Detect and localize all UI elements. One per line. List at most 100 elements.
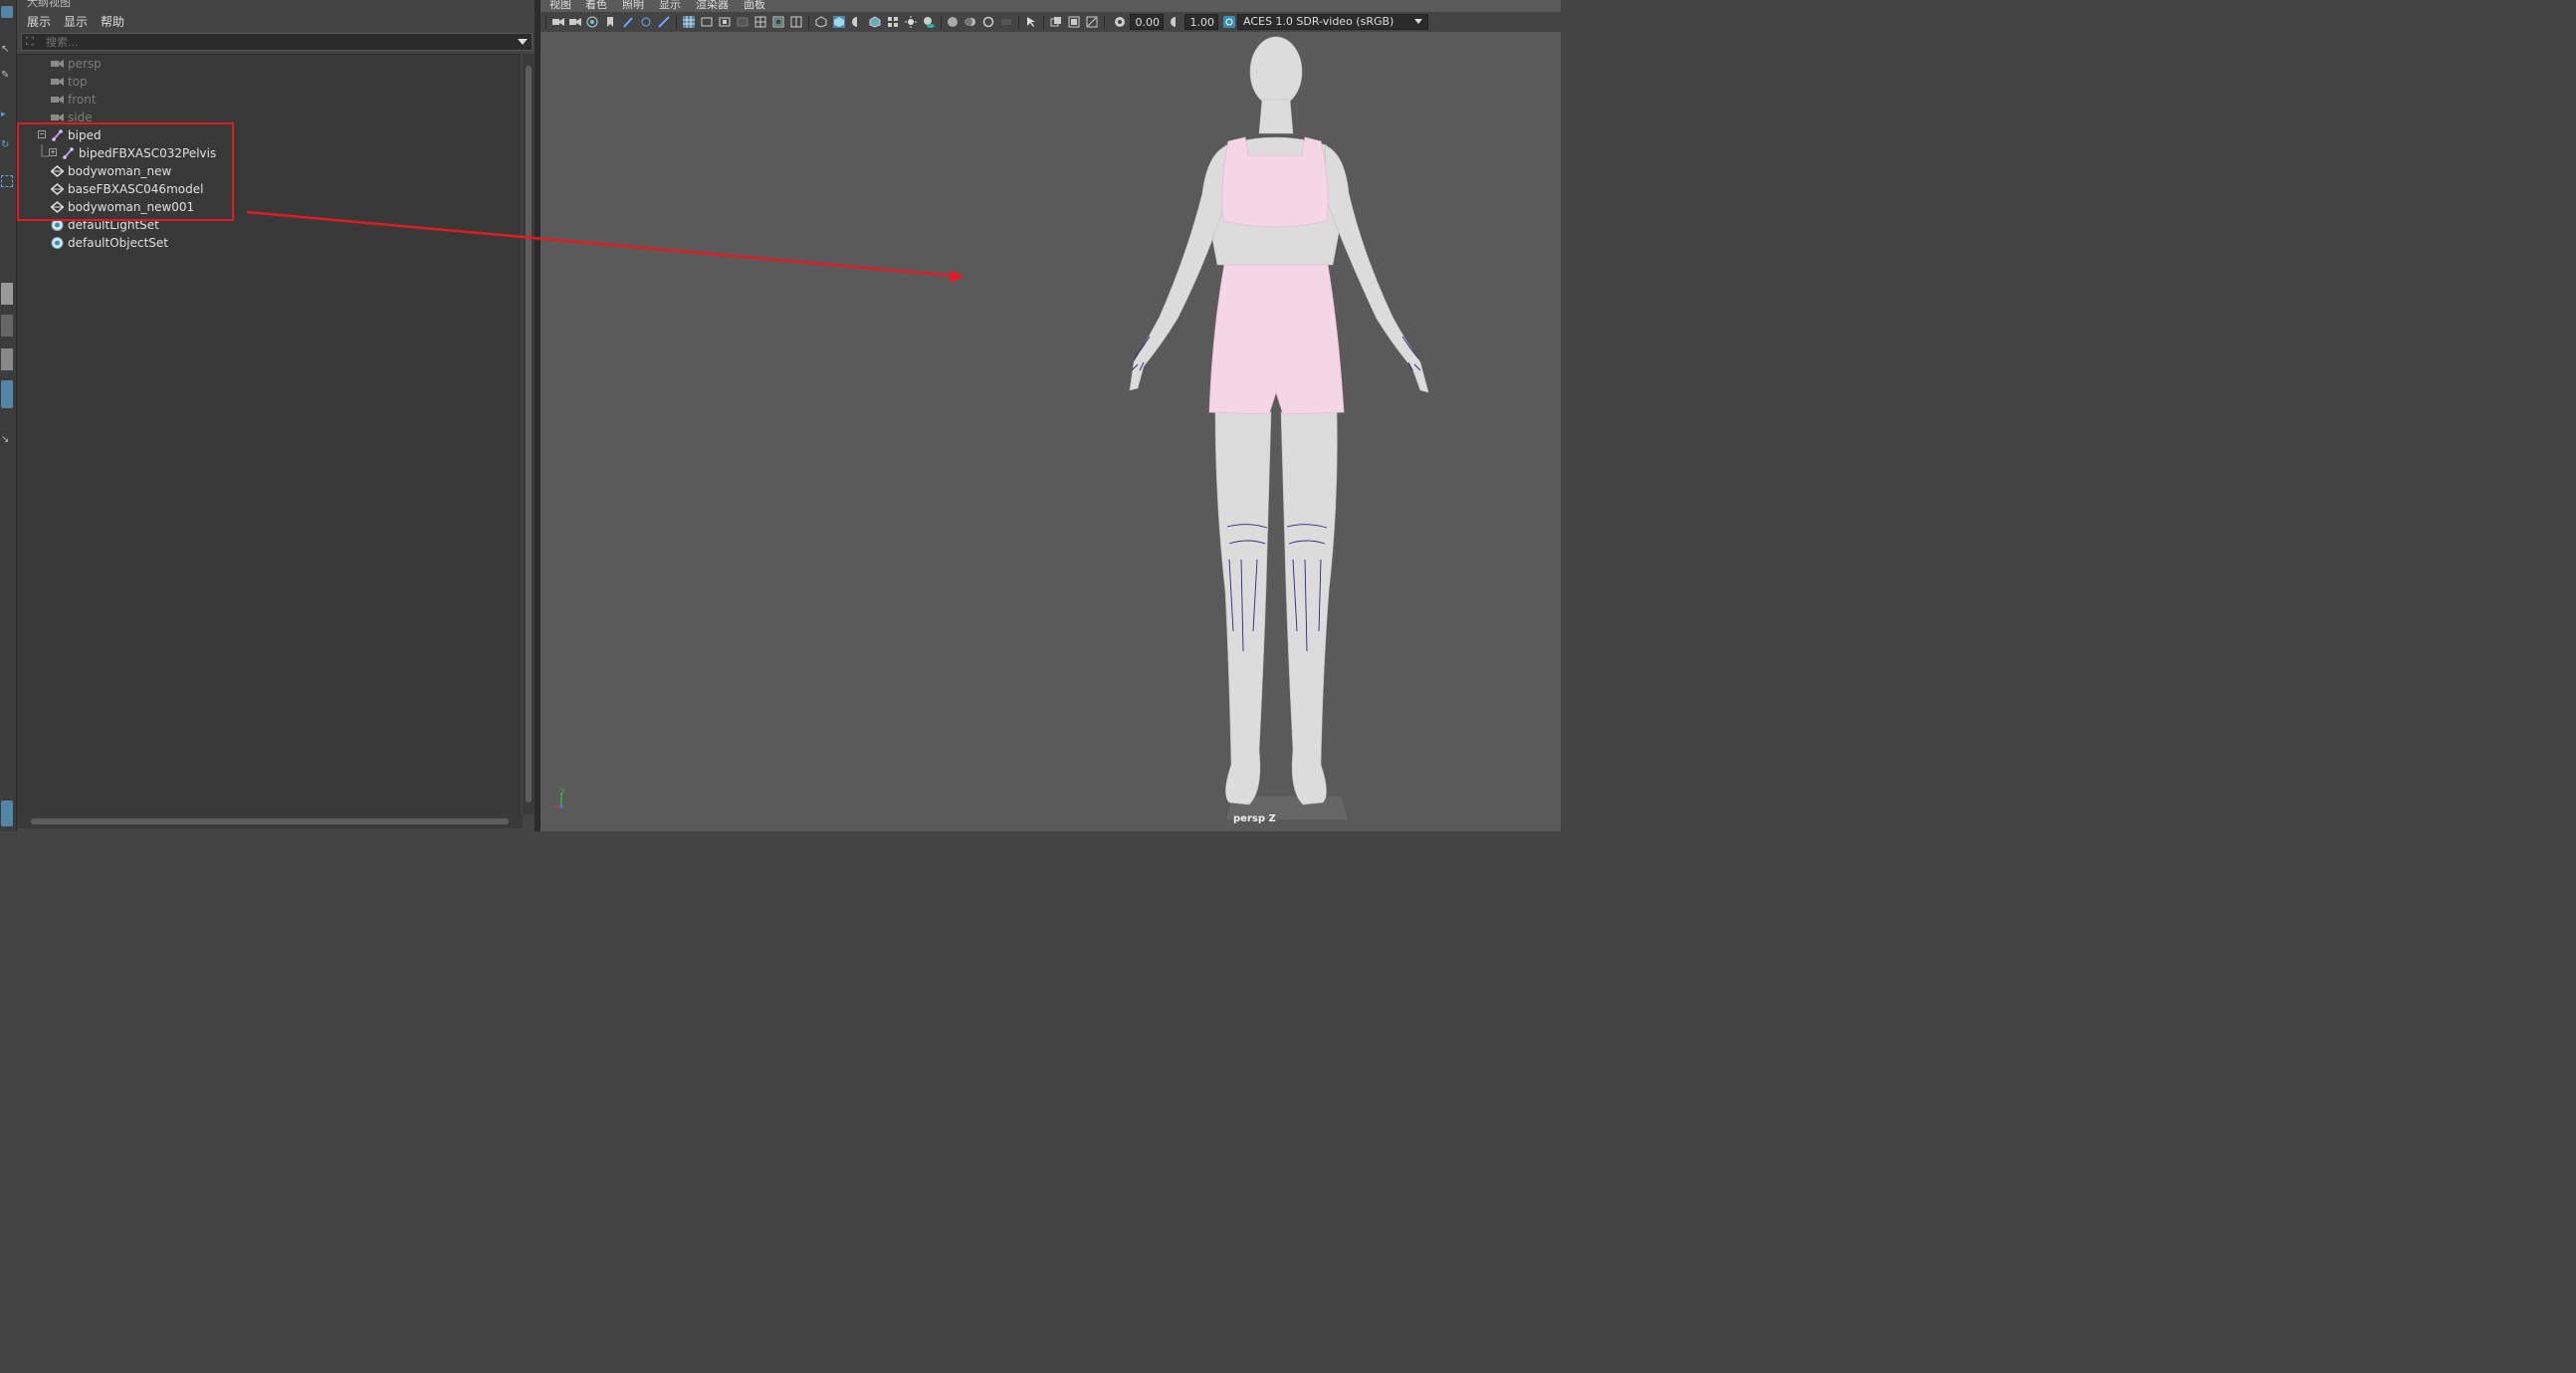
tree-item-side[interactable]: side: [17, 109, 515, 126]
lights-icon[interactable]: [905, 16, 917, 28]
gamma-icon[interactable]: [1170, 16, 1181, 28]
toolbar-separator: [1104, 16, 1105, 29]
smooth-shade-icon[interactable]: [833, 16, 845, 28]
motion-blur-icon[interactable]: [965, 16, 976, 28]
toolbar-separator: [941, 16, 942, 29]
safe-title-icon[interactable]: [790, 16, 802, 28]
camera-icon: [51, 60, 64, 68]
tree-item-front[interactable]: front: [17, 91, 515, 109]
menu-panels[interactable]: 面板: [744, 0, 765, 12]
menu-lighting[interactable]: 照明: [622, 0, 644, 12]
exposure-field[interactable]: 0.00: [1130, 14, 1164, 30]
tool-shelf: ↖ ✎ ▸ ↻ ↘: [0, 0, 17, 831]
wireframe-on-shaded-icon[interactable]: [869, 16, 881, 28]
tree-item-label: persp: [68, 57, 102, 71]
view-transform-icon[interactable]: [1223, 16, 1235, 28]
tree-item-persp[interactable]: persp: [17, 55, 515, 73]
tree-item-label: defaultObjectSet: [68, 236, 169, 250]
lasso-tool-icon[interactable]: ↖: [1, 44, 13, 56]
tree-item-label: side: [68, 111, 93, 124]
2d-pan-zoom-icon[interactable]: [640, 16, 652, 28]
tree-item-top[interactable]: top: [17, 73, 515, 91]
vertical-scrollbar[interactable]: [523, 54, 535, 814]
tree-item-base-model[interactable]: baseFBXASC046model: [17, 180, 515, 198]
camera-icon: [51, 78, 64, 86]
search-input[interactable]: [46, 34, 504, 50]
camera-lock-icon[interactable]: [569, 16, 581, 28]
screen-space-ao-icon[interactable]: [947, 16, 959, 28]
chevron-down-icon[interactable]: [1414, 19, 1422, 24]
anti-aliasing-icon[interactable]: [982, 16, 994, 28]
move-tool-icon[interactable]: ▸: [1, 110, 13, 121]
set-icon: [51, 219, 64, 231]
wireframe-icon[interactable]: [815, 16, 827, 28]
isolate-select-icon[interactable]: [1025, 16, 1037, 28]
resolution-gate-icon[interactable]: [719, 16, 731, 28]
use-default-material-icon[interactable]: [851, 16, 863, 28]
exposure-icon[interactable]: [1114, 16, 1126, 28]
view-transform-dropdown[interactable]: ACES 1.0 SDR-video (sRGB): [1237, 14, 1428, 30]
safe-action-icon[interactable]: [772, 16, 784, 28]
layout-persp-outliner-icon[interactable]: [1, 380, 13, 408]
paint-tool-icon[interactable]: ✎: [1, 70, 13, 82]
menu-renderer[interactable]: 渲染器: [696, 0, 729, 12]
tree-item-biped[interactable]: − biped: [17, 126, 515, 144]
menu-view[interactable]: 视图: [549, 0, 571, 12]
tree-item-label: bodywoman_new: [68, 164, 172, 178]
menu-shading[interactable]: 着色: [585, 0, 607, 12]
bookmark-icon[interactable]: [604, 16, 616, 28]
tree-item-label: front: [68, 93, 97, 107]
scale-tool-icon[interactable]: [1, 175, 13, 187]
camera-name-label: persp Z: [1233, 813, 1276, 824]
menu-help[interactable]: 帮助: [101, 13, 124, 30]
camera-select-icon[interactable]: [552, 16, 564, 28]
scroll-thumb[interactable]: [526, 66, 532, 802]
script-editor-icon[interactable]: [1, 801, 13, 826]
gamma-field[interactable]: 1.00: [1184, 14, 1218, 30]
layout-split-icon[interactable]: [1, 315, 13, 337]
perspective-viewport[interactable]: 视图 着色 照明 显示 渲染器 面板 0.00 1.00 ACES 1.0 SD…: [540, 0, 1561, 831]
image-plane-icon[interactable]: [622, 16, 634, 28]
toolbar-separator: [1043, 16, 1044, 29]
tree-item-default-light-set[interactable]: defaultLightSet: [17, 216, 515, 234]
tree-item-bodywoman-new[interactable]: bodywoman_new: [17, 162, 515, 180]
layout-outliner-icon[interactable]: [1, 348, 13, 370]
menu-show[interactable]: 显示: [64, 13, 88, 30]
tree-item-label: top: [68, 75, 88, 89]
layout-single-icon[interactable]: [1, 283, 13, 305]
depth-of-field-icon[interactable]: [1000, 16, 1012, 28]
chevron-down-icon[interactable]: [518, 39, 528, 45]
outliner-title: 大纲视图: [27, 0, 71, 9]
tree-item-bodywoman-new001[interactable]: bodywoman_new001: [17, 198, 515, 216]
film-gate-icon[interactable]: [701, 16, 713, 28]
gate-mask-icon[interactable]: [737, 16, 749, 28]
xray-joints-icon[interactable]: [1068, 16, 1080, 28]
expand-toggle[interactable]: +: [49, 148, 57, 156]
select-tool-icon[interactable]: [1, 6, 13, 18]
textured-icon[interactable]: [887, 16, 899, 28]
camera-attributes-icon[interactable]: [586, 16, 598, 28]
tree-item-biped-pelvis[interactable]: + bipedFBXASC032Pelvis: [17, 144, 515, 162]
tree-item-default-object-set[interactable]: defaultObjectSet: [17, 234, 515, 252]
xray-components-icon[interactable]: [1086, 16, 1098, 28]
set-icon: [51, 237, 64, 249]
outliner-menubar: 展示 显示 帮助: [17, 10, 535, 30]
rotate-tool-icon[interactable]: ↻: [1, 139, 13, 151]
collapse-toggle[interactable]: −: [38, 130, 46, 138]
xray-icon[interactable]: [1050, 16, 1062, 28]
shadows-icon[interactable]: [923, 16, 935, 28]
toolbar-separator: [808, 16, 809, 29]
horizontal-scrollbar[interactable]: [17, 814, 523, 828]
grid-icon[interactable]: [683, 16, 695, 28]
character-model[interactable]: [1058, 34, 1516, 825]
menu-display[interactable]: 展示: [27, 13, 51, 30]
camera-icon: [51, 114, 64, 121]
body-mesh: [1129, 36, 1429, 805]
field-chart-icon[interactable]: [754, 16, 766, 28]
filter-icon[interactable]: ⛶: [26, 36, 38, 48]
menu-show[interactable]: 显示: [659, 0, 681, 12]
shorts: [1208, 264, 1345, 415]
magnet-icon[interactable]: ↘: [1, 434, 13, 446]
scroll-thumb[interactable]: [31, 818, 509, 824]
grease-pencil-icon[interactable]: [658, 16, 670, 28]
